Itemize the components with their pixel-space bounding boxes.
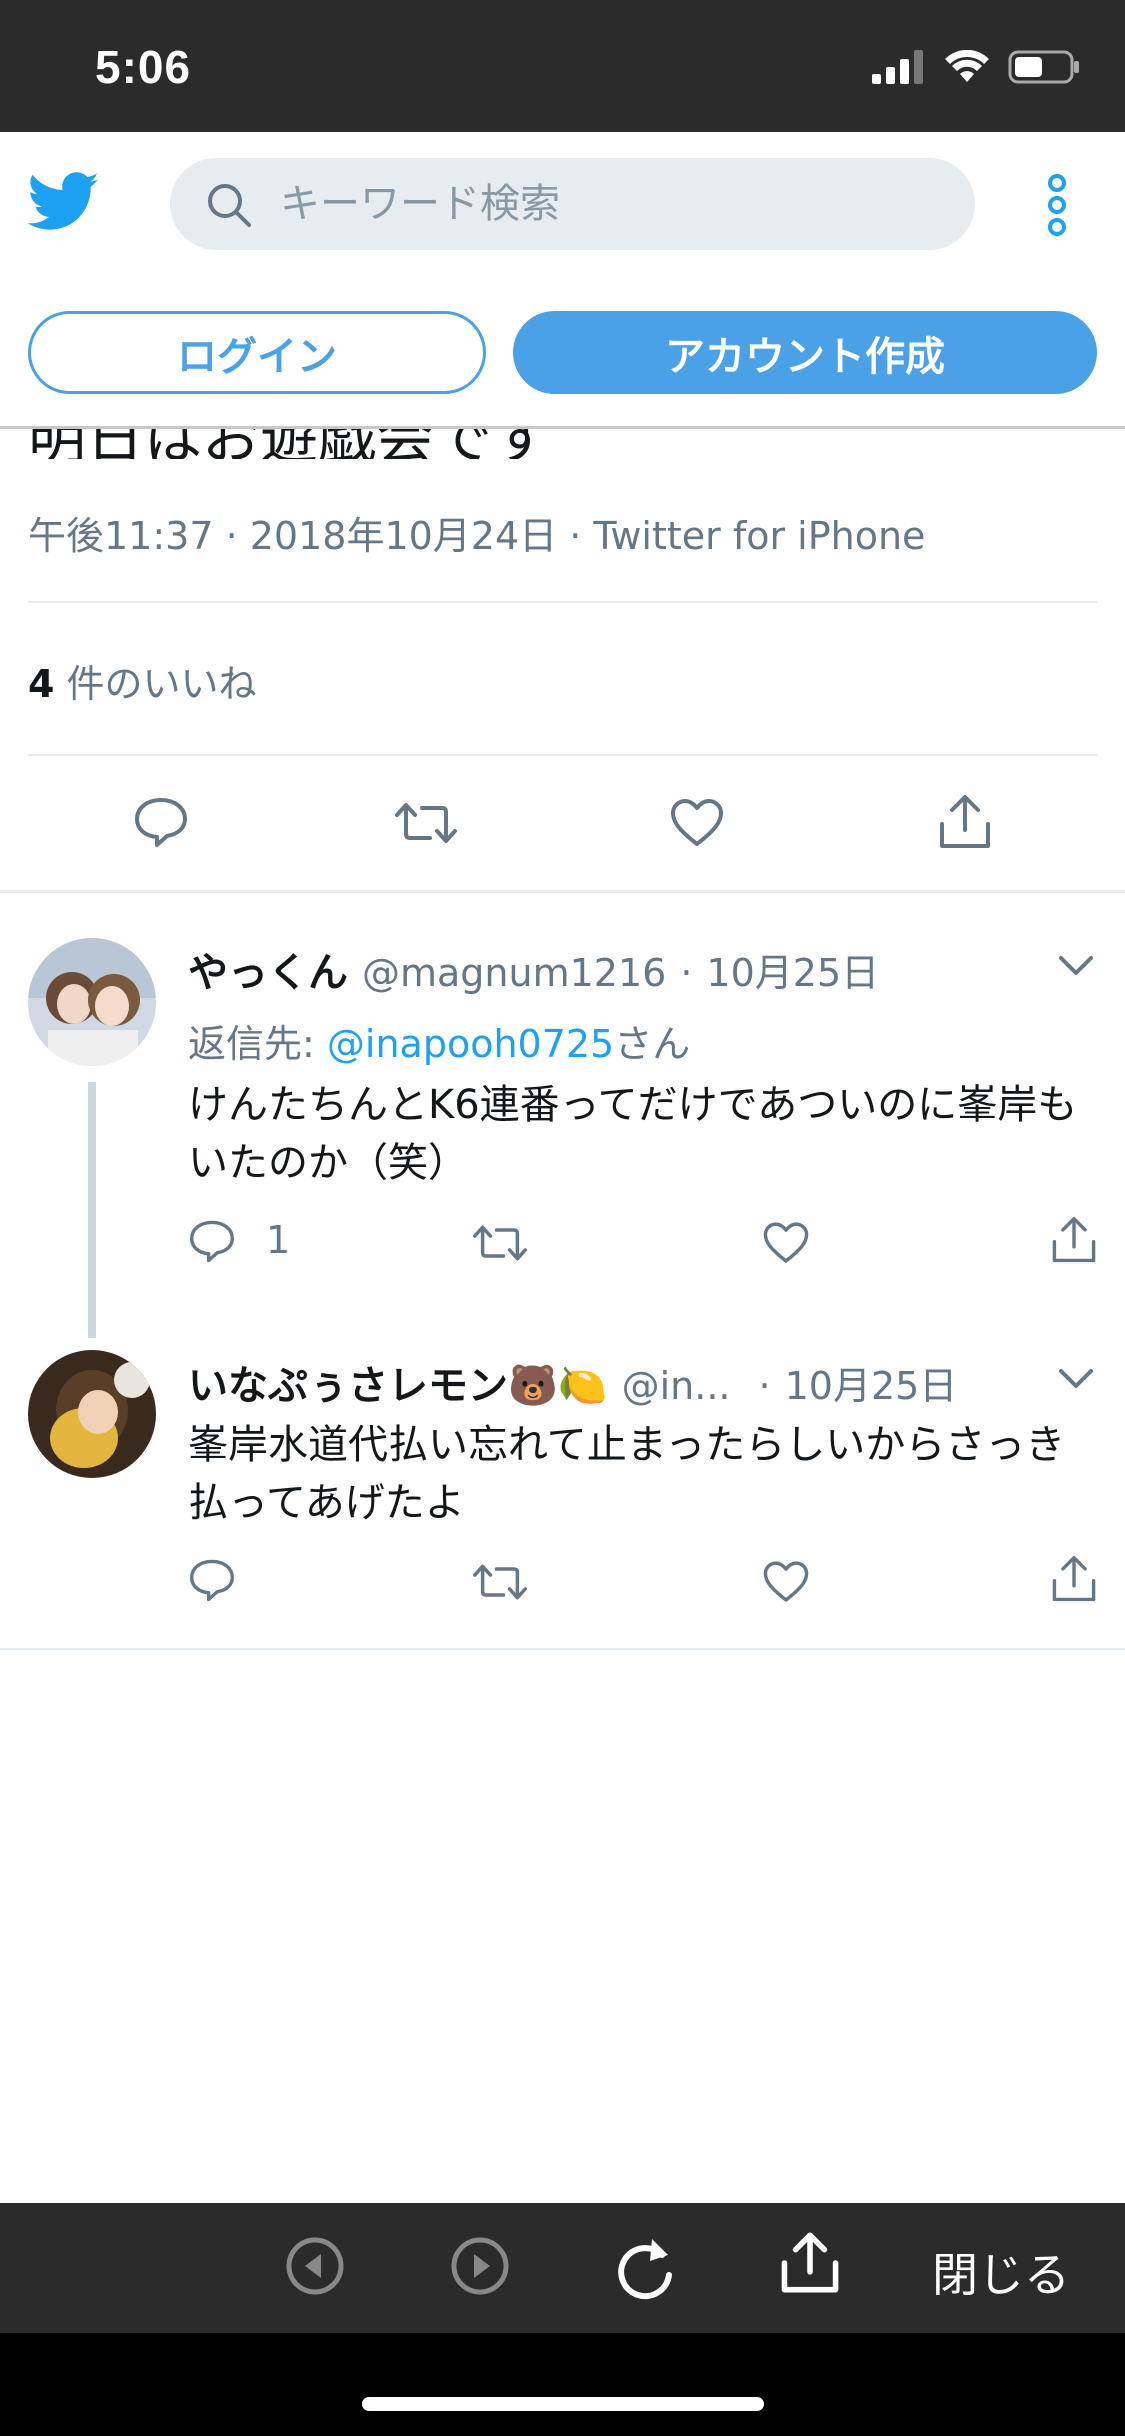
tweet-text: 明日はお遊戯会です	[28, 429, 550, 459]
reply-to-suffix: さん	[614, 1022, 691, 1066]
home-indicator-area	[0, 2333, 1125, 2436]
chevron-down-icon[interactable]	[1058, 1368, 1094, 1390]
reply-text: 峯岸水道代払い忘れて止まったらしいからさっき払ってあげたよ	[188, 1422, 1066, 1526]
user-handle[interactable]: @magnum1216	[362, 951, 666, 995]
section-divider	[0, 890, 1125, 893]
status-bar: 5:06	[0, 0, 1125, 132]
reply-count: 1	[266, 1218, 291, 1262]
status-icons	[872, 50, 1080, 84]
retweet-icon[interactable]	[472, 1223, 528, 1263]
separator-dot: ·	[680, 951, 693, 995]
chevron-down-icon[interactable]	[1058, 955, 1094, 977]
share-icon[interactable]	[1051, 1555, 1097, 1603]
user-display-name[interactable]: いなぷぅさレモン🐻🍋	[188, 1353, 608, 1411]
avatar[interactable]	[28, 938, 156, 1066]
share-icon[interactable]	[780, 2231, 840, 2295]
reload-icon[interactable]	[612, 2233, 678, 2301]
create-account-button[interactable]: アカウント作成	[513, 311, 1097, 394]
twitter-logo-icon[interactable]	[28, 172, 100, 232]
likes-count: 4	[28, 662, 55, 706]
user-handle[interactable]: @in...	[622, 1364, 731, 1408]
login-button[interactable]: ログイン	[28, 311, 486, 394]
thread-line	[88, 1082, 96, 1338]
search-box[interactable]	[170, 158, 975, 250]
more-options-icon[interactable]	[1038, 172, 1076, 238]
like-icon[interactable]	[762, 1221, 810, 1265]
reply-icon[interactable]	[133, 796, 189, 848]
reply-header: やっくん @magnum1216 · 10月25日	[188, 940, 879, 998]
tweet-timestamp: 午後11:37 · 2018年10月24日 · Twitter for iPho…	[28, 514, 926, 558]
reply-header: いなぷぅさレモン🐻🍋 @in... · 10月25日	[188, 1353, 957, 1411]
reply-to-mention[interactable]: @inapooh0725	[327, 1022, 614, 1066]
reply-text: けんたちんとK6連番ってだけであついのに峯岸もいたのか（笑）	[188, 1082, 1078, 1186]
share-icon[interactable]	[938, 794, 992, 850]
home-indicator[interactable]	[362, 2397, 764, 2411]
user-display-name[interactable]: やっくん	[188, 940, 348, 998]
avatar-photo	[28, 1350, 156, 1478]
screen: 5:06 キーワード検索 ログイン アカウント作成 午後11:37 · 2018…	[0, 0, 1125, 2436]
search-input[interactable]	[280, 158, 940, 250]
share-icon[interactable]	[1051, 1216, 1097, 1264]
retweet-icon[interactable]	[394, 800, 458, 846]
wifi-icon	[945, 50, 989, 82]
avatar[interactable]	[28, 1350, 156, 1478]
reply-date[interactable]: 10月25日	[785, 1355, 958, 1410]
forward-icon[interactable]	[450, 2236, 510, 2296]
reply-to-line: 返信先: @inapooh0725さん	[188, 1013, 690, 1068]
browser-toolbar: 閉じる	[0, 2203, 1125, 2333]
back-icon[interactable]	[285, 2236, 345, 2296]
divider	[0, 1648, 1125, 1650]
reply-date[interactable]: 10月25日	[706, 942, 879, 997]
likes-label: 件のいいね	[54, 662, 257, 706]
avatar-photo	[28, 938, 156, 1066]
reply-icon[interactable]	[188, 1558, 236, 1602]
like-icon[interactable]	[669, 798, 725, 848]
status-time: 5:06	[95, 41, 192, 93]
retweet-icon[interactable]	[472, 1562, 528, 1602]
reply-to-prefix: 返信先:	[188, 1022, 327, 1066]
close-button[interactable]: 閉じる	[932, 2239, 1070, 2305]
separator-dot: ·	[758, 1364, 771, 1408]
reply-icon[interactable]	[188, 1219, 236, 1263]
divider	[28, 754, 1097, 756]
like-icon[interactable]	[762, 1560, 810, 1604]
likes-summary[interactable]: 4 件のいいね	[28, 653, 257, 708]
search-icon	[208, 184, 251, 227]
battery-icon	[1008, 50, 1079, 84]
divider	[28, 601, 1097, 603]
tweet-text-clipped-region: 明日はお遊戯会です	[0, 429, 1125, 459]
signal-icon	[872, 50, 923, 84]
